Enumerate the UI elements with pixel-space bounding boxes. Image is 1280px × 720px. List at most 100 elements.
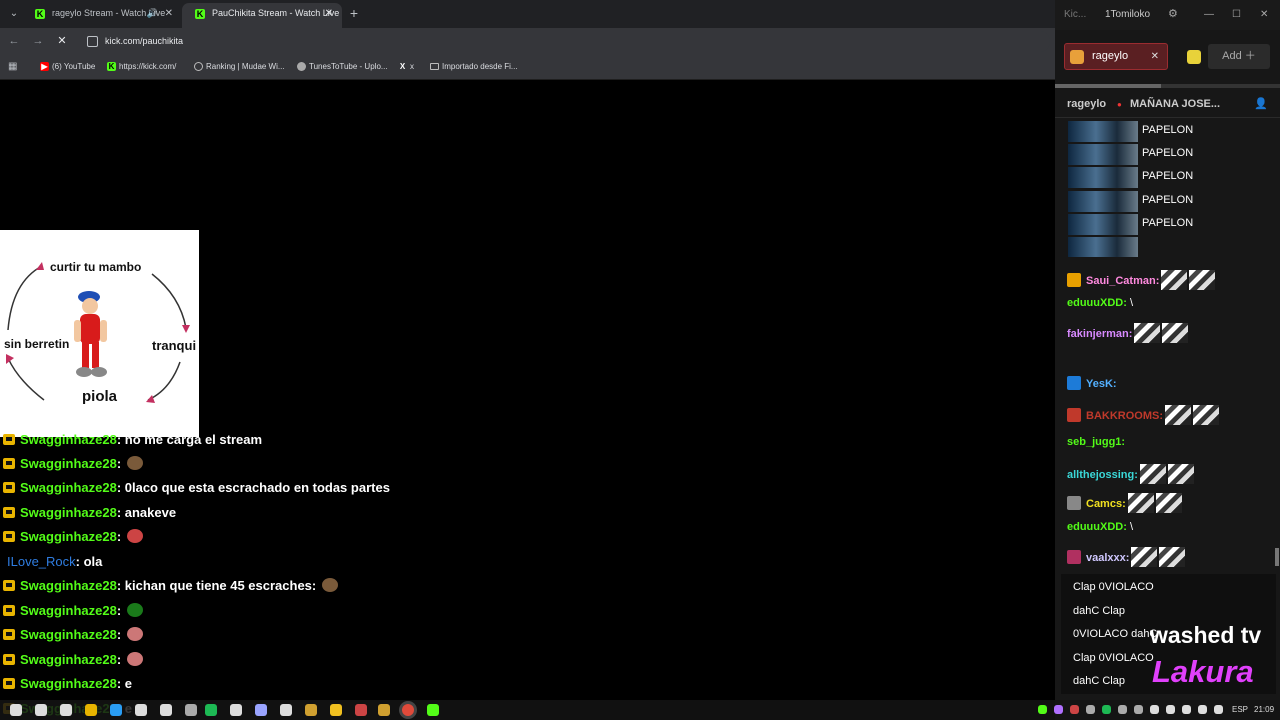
apps-grid-icon[interactable]: ▦: [8, 61, 19, 72]
chat-username[interactable]: eduuuXDD:: [1067, 521, 1127, 533]
meme-image: curtir tu mambo sin berretin tranqui pio…: [0, 230, 199, 437]
search-icon[interactable]: [35, 704, 47, 716]
discord-icon[interactable]: [255, 704, 267, 716]
chrome-icon[interactable]: [402, 704, 414, 716]
chat-message: eduuuXDD: \: [1067, 296, 1133, 310]
emote-suggestion-item[interactable]: dahC Clap: [1073, 674, 1125, 688]
chat-username[interactable]: Swagginhaze28: [20, 652, 117, 667]
tray-icon-9[interactable]: [1166, 705, 1175, 714]
chat-username[interactable]: Swagginhaze28: [20, 432, 117, 447]
site-info-icon[interactable]: [87, 36, 98, 47]
edge-icon[interactable]: [110, 704, 122, 716]
chat-username[interactable]: ILove_Rock: [7, 554, 76, 569]
close-tab-icon[interactable]: ✕: [325, 3, 333, 24]
chrome-canary-icon[interactable]: [330, 704, 342, 716]
new-tab-button[interactable]: +: [346, 4, 362, 22]
stream-title: MAÑANA JOSE...: [1130, 98, 1221, 110]
chat-emote-icon: [1134, 323, 1161, 343]
close-tab-icon[interactable]: ✕: [165, 3, 173, 24]
network-icon[interactable]: [1182, 705, 1191, 714]
bookmark-x[interactable]: Xx: [398, 55, 414, 78]
chat-username[interactable]: Swagginhaze28: [20, 480, 117, 495]
app-icon[interactable]: [355, 704, 367, 716]
tray-icon-6[interactable]: [1118, 705, 1127, 714]
user-icon[interactable]: 👤: [1254, 92, 1268, 117]
speaker-icon[interactable]: 🔊: [147, 3, 158, 24]
close-icon[interactable]: ✕: [1151, 44, 1159, 69]
loading-bar: [1055, 84, 1280, 88]
tray-kick-icon[interactable]: [1038, 705, 1047, 714]
chat-username[interactable]: Swagginhaze28: [20, 578, 117, 593]
tray-icon-3[interactable]: [1070, 705, 1079, 714]
bookmark-youtube[interactable]: ▶ (6) YouTube: [40, 55, 95, 78]
emote-suggestion-item[interactable]: Clap 0VIOLACO: [1073, 651, 1154, 665]
emote-icon[interactable]: [1187, 50, 1201, 64]
pen-icon[interactable]: [280, 704, 292, 716]
chat-username[interactable]: Swagginhaze28: [20, 676, 117, 691]
bookmark-mudae[interactable]: Ranking | Mudae Wi...: [194, 55, 285, 78]
stop-loading-icon[interactable]: ✕: [54, 33, 70, 49]
bookmark-kick[interactable]: Khttps://kick.com/: [107, 55, 176, 78]
tab-pauchikita[interactable]: K PauChikita Stream - Watch Live ✕: [182, 3, 342, 28]
emote-suggestion-item[interactable]: Clap 0VIOLACO: [1073, 580, 1154, 594]
emote-suggestion-item[interactable]: 0VIOLACO dahC: [1073, 627, 1157, 641]
chat-username[interactable]: BAKKROOMS:: [1086, 410, 1163, 422]
emote-suggestion-item[interactable]: dahC Clap: [1073, 604, 1125, 618]
add-channel-button[interactable]: Add ＋: [1208, 44, 1270, 69]
file-explorer-icon[interactable]: [85, 704, 97, 716]
chat-username[interactable]: allthejossing:: [1067, 469, 1138, 481]
url-text[interactable]: kick.com/pauchikita: [105, 31, 183, 52]
chat-username[interactable]: Saui_Catman:: [1086, 275, 1159, 287]
chat-username[interactable]: Swagginhaze28: [20, 505, 117, 520]
gear-icon[interactable]: ⚙: [1168, 0, 1178, 29]
chat-username[interactable]: YesK:: [1086, 378, 1117, 390]
chat-username[interactable]: Camcs:: [1086, 498, 1126, 510]
tray-icon-12[interactable]: [1214, 705, 1223, 714]
chat-username[interactable]: eduuuXDD:: [1067, 297, 1127, 309]
bookmark-folder-imported[interactable]: Importado desde Fi...: [430, 55, 518, 78]
forward-icon[interactable]: →: [30, 33, 46, 49]
app2-icon[interactable]: [378, 704, 390, 716]
papelon-emote-image: [1068, 121, 1138, 142]
chat-username[interactable]: Swagginhaze28: [20, 627, 117, 642]
back-icon[interactable]: ←: [6, 33, 22, 49]
bookmark-tunestotube[interactable]: TunesToTube - Uplo...: [297, 55, 388, 78]
meme-left-label: sin berretin: [4, 337, 70, 351]
user-badge-icon: [1067, 376, 1081, 390]
chat-username[interactable]: Swagginhaze28: [20, 456, 117, 471]
tab-rageylo[interactable]: K rageylo Stream - Watch Live 🔊 ✕: [22, 3, 182, 28]
account-name[interactable]: 1Tomiloko: [1105, 0, 1150, 29]
tray-spotify-icon[interactable]: [1102, 705, 1111, 714]
tray-icon-7[interactable]: [1134, 705, 1143, 714]
volume-icon[interactable]: [1198, 705, 1207, 714]
chat-username[interactable]: Swagginhaze28: [20, 603, 117, 618]
notes-icon[interactable]: [230, 704, 242, 716]
task-view-icon[interactable]: [60, 704, 72, 716]
tray-icon-4[interactable]: [1086, 705, 1095, 714]
photos-icon[interactable]: [305, 704, 317, 716]
chat-emote-icon: [1155, 493, 1182, 513]
chat-scrollbar[interactable]: [1275, 548, 1279, 566]
address-bar[interactable]: kick.com/pauchikita: [80, 31, 1050, 52]
start-icon[interactable]: [10, 704, 22, 716]
kick-app-icon[interactable]: [427, 704, 439, 716]
settings-icon[interactable]: [185, 704, 197, 716]
chat-username[interactable]: seb_jugg1:: [1067, 436, 1125, 448]
tray-pen-icon[interactable]: [1054, 705, 1063, 714]
document-icon[interactable]: [160, 704, 172, 716]
channel-tab-rageylo[interactable]: rageylo ✕: [1064, 43, 1168, 70]
close-window-icon[interactable]: ✕: [1260, 0, 1268, 29]
chat-username[interactable]: fakinjerman:: [1067, 328, 1132, 340]
chat-username[interactable]: vaalxxx:: [1086, 552, 1129, 564]
minimize-icon[interactable]: —: [1204, 0, 1214, 29]
folder-icon: [430, 63, 439, 70]
store-icon[interactable]: [135, 704, 147, 716]
avatar: [1070, 50, 1084, 64]
chat-username[interactable]: Swagginhaze28: [20, 529, 117, 544]
language-indicator[interactable]: ESP: [1232, 700, 1248, 720]
tray-chevron-icon[interactable]: [1150, 705, 1159, 714]
maximize-icon[interactable]: ☐: [1232, 0, 1241, 29]
clock[interactable]: 21:09: [1254, 700, 1274, 720]
spotify-icon[interactable]: [205, 704, 217, 716]
tab-search-button[interactable]: ⌄: [5, 5, 23, 23]
